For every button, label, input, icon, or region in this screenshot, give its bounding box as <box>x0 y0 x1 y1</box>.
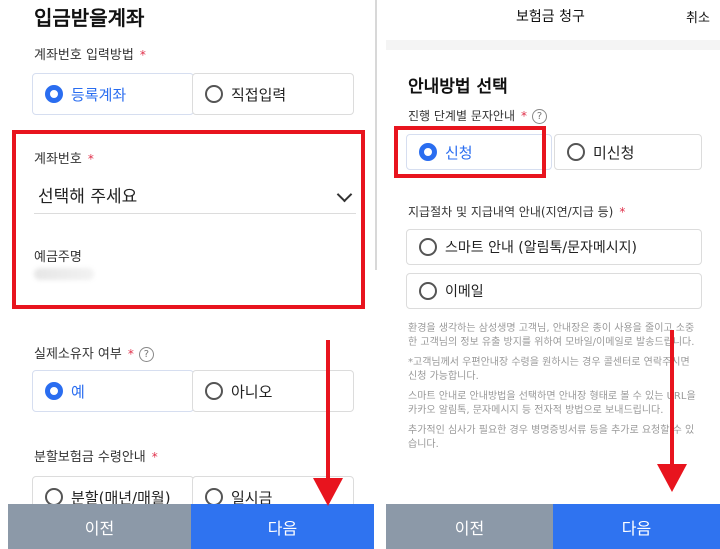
notice-paragraph: 환경을 생각하는 삼성생명 고객님, 안내장은 종이 사용을 줄이고 소중한 고… <box>408 323 695 348</box>
radio-selected-icon <box>45 382 63 400</box>
cancel-button[interactable]: 취소 <box>686 7 710 26</box>
next-button[interactable]: 다음 <box>553 504 720 549</box>
radio-selected-icon <box>45 85 63 103</box>
required-mark: * <box>521 109 527 123</box>
notice-paragraph: 스마트 안내로 안내방법을 선택하면 안내장 형태로 볼 수 있는 URL을 카… <box>408 391 696 416</box>
option-label: 예 <box>71 382 85 401</box>
option-label: 직접입력 <box>231 85 287 104</box>
account-label: 계좌번호 * <box>34 152 94 167</box>
radio-progress-decline[interactable]: 미신청 <box>554 134 702 170</box>
bottom-button-bar: 이전 다음 <box>8 504 374 549</box>
option-label: 등록계좌 <box>71 85 127 104</box>
radio-registered-account[interactable]: 등록계좌 <box>32 73 194 115</box>
option-label: 미신청 <box>593 143 635 162</box>
header-divider <box>386 40 720 50</box>
holder-name-value <box>34 268 94 280</box>
red-arrow-down-icon <box>313 478 343 506</box>
next-button[interactable]: 다음 <box>191 504 374 549</box>
account-select[interactable]: 선택해 주세요 <box>34 170 356 214</box>
required-mark: * <box>139 48 146 62</box>
required-mark: * <box>151 450 158 464</box>
page-title: 입금받을계좌 <box>34 6 145 30</box>
method-label: 계좌번호 입력방법 * <box>34 48 146 63</box>
notice-text: 환경을 생각하는 삼성생명 고객님, 안내장은 종이 사용을 줄이고 소중한 고… <box>408 322 702 458</box>
radio-unselected-icon <box>567 143 585 161</box>
option-label: 이메일 <box>445 284 484 300</box>
right-screen: 보험금 청구 취소 안내방법 선택 진행 단계별 문자안내 *? 신청 미신청 지… <box>378 0 720 549</box>
radio-unselected-icon <box>419 282 437 300</box>
required-mark: * <box>87 152 94 166</box>
radio-owner-yes[interactable]: 예 <box>32 370 194 412</box>
radio-direct-input[interactable]: 직접입력 <box>192 73 354 115</box>
holder-label: 예금주명 <box>34 250 82 265</box>
help-icon[interactable]: ? <box>532 109 547 124</box>
prev-button[interactable]: 이전 <box>8 504 191 549</box>
select-placeholder: 선택해 주세요 <box>38 187 138 207</box>
notice-paragraph: *고객님께서 우편안내장 수령을 원하시는 경우 콜센터로 연락주시면 신청 가… <box>408 357 690 382</box>
red-arrow-shaft <box>670 330 674 468</box>
option-label: 스마트 안내 (알림톡/문자메시지) <box>445 240 637 256</box>
owner-label: 실제소유자 여부 *? <box>34 343 154 362</box>
radio-unselected-icon <box>205 382 223 400</box>
radio-smart-notice[interactable]: 스마트 안내 (알림톡/문자메시지) <box>406 229 702 265</box>
required-mark: * <box>127 347 134 361</box>
section-title: 안내방법 선택 <box>408 77 508 97</box>
split-label: 분할보험금 수령안내 * <box>34 450 158 465</box>
red-arrow-shaft <box>326 340 330 482</box>
option-label: 아니오 <box>231 382 273 401</box>
chevron-down-icon <box>336 186 353 203</box>
progress-label: 진행 단계별 문자안내 *? <box>408 107 547 124</box>
notice-paragraph: 추가적인 심사가 필요한 경우 병명증빙서류 등을 추가로 요청할 수 있습니다… <box>408 425 695 450</box>
bottom-button-bar: 이전 다음 <box>386 504 720 549</box>
payment-label: 지급절차 및 지급내역 안내(지연/지급 등) * <box>408 205 626 219</box>
required-mark: * <box>619 205 626 219</box>
help-icon[interactable]: ? <box>138 347 154 362</box>
radio-unselected-icon <box>419 238 437 256</box>
header-title: 보험금 청구 <box>516 9 585 25</box>
left-screen: 입금받을계좌 계좌번호 입력방법 * 등록계좌 직접입력 계좌번호 * 선택해 주세… <box>0 0 374 549</box>
red-arrow-down-icon <box>657 464 687 492</box>
radio-unselected-icon <box>205 85 223 103</box>
prev-button[interactable]: 이전 <box>386 504 553 549</box>
highlight-box <box>394 126 546 178</box>
radio-email[interactable]: 이메일 <box>406 273 702 309</box>
